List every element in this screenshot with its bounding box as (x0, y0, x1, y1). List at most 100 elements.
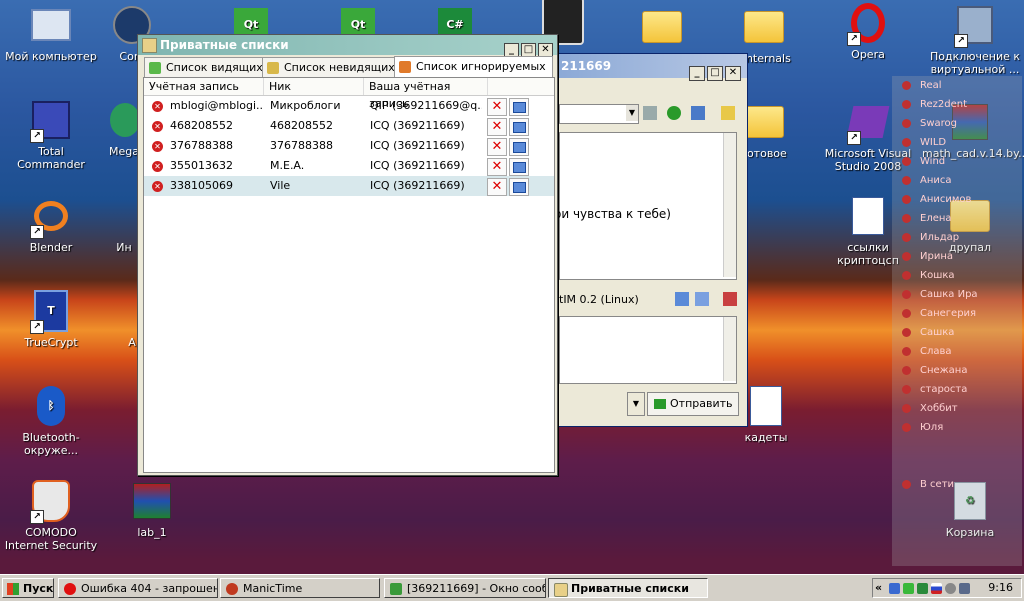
truecrypt-icon: T ↗ (30, 290, 72, 334)
message-window-title[interactable]: 211669 _ □ ✕ (551, 54, 747, 81)
contact-item[interactable]: Rez2dent (892, 95, 1022, 114)
private-list-icon (142, 38, 157, 53)
contact-item[interactable]: Ирина (892, 247, 1022, 266)
contact-item[interactable]: WILD (892, 133, 1022, 152)
table-row[interactable]: ✕ 355013632 M.E.A. ICQ (369211669) ✕ (144, 156, 554, 176)
manictime-icon (226, 583, 238, 595)
private-lists-window: Приватные списки _ □ ✕ Список видящих Спис… (137, 34, 558, 476)
contact-item[interactable]: Real (892, 76, 1022, 95)
flower-tray-icon[interactable] (917, 583, 928, 594)
contact-card-icon[interactable] (509, 138, 529, 156)
scrollbar[interactable] (723, 317, 736, 381)
desktop-icon-blender[interactable]: ↗ Blender (3, 195, 99, 254)
desktop-icon-comodo[interactable]: ↗ COMODO Internet Security (3, 480, 99, 552)
desktop-icon-bluetooth[interactable]: ᛒ Bluetooth-окруже... (3, 385, 99, 457)
folder-icon[interactable] (721, 106, 735, 120)
desktop-icon-truecrypt[interactable]: T ↗ TrueCrypt (3, 290, 99, 349)
account-select[interactable]: ▼ (559, 104, 639, 124)
desktop-icon-network[interactable]: ↗ Подключение к виртуальной ... (927, 4, 1023, 76)
desktop-icon-folder-1[interactable] (614, 6, 710, 52)
send-menu-button[interactable]: ▼ (627, 392, 645, 416)
contact-item[interactable]: Юля (892, 418, 1022, 437)
table-row[interactable]: ✕ 468208552 468208552 ICQ (369211669) ✕ (144, 116, 554, 136)
contact-item[interactable]: Ильдар (892, 228, 1022, 247)
tab-visible-list[interactable]: Список видящих (144, 57, 270, 77)
blocked-status-icon: ✕ (152, 121, 163, 132)
table-row-selected[interactable]: ✕ 338105069 Vile ICQ (369211669) ✕ (144, 176, 554, 196)
contact-item[interactable]: Слава (892, 342, 1022, 361)
close-tab-icon[interactable] (723, 292, 737, 306)
desktop-icon-my-computer[interactable]: Мой компьютер (3, 4, 99, 63)
contact-item[interactable]: Елена (892, 209, 1022, 228)
table-row[interactable]: ✕ 376788388 376788388 ICQ (369211669) ✕ (144, 136, 554, 156)
contact-card-icon[interactable] (691, 106, 705, 120)
tab-ignore-list[interactable]: Список игнорируемых (394, 56, 553, 77)
close-button[interactable]: ✕ (725, 66, 741, 81)
folder-icon (641, 6, 683, 48)
contact-card-icon[interactable] (509, 118, 529, 136)
taskbar-item-manictime[interactable]: ManicTime (220, 578, 380, 598)
maximize-button[interactable]: □ (521, 43, 536, 57)
table-row[interactable]: ✕ mblogi@mblogi.... Микроблоги QIP (3692… (144, 96, 554, 116)
minimize-button[interactable]: _ (689, 66, 705, 81)
qip-message-icon (390, 583, 402, 595)
tab-invisible-list[interactable]: Список невидящих (262, 57, 402, 77)
remove-button[interactable]: ✕ (487, 178, 507, 196)
remove-button[interactable]: ✕ (487, 98, 507, 116)
expand-icon[interactable] (695, 292, 709, 306)
taskbar-item-qip-message[interactable]: [369211669] - Окно сооб... (384, 578, 546, 598)
close-button[interactable]: ✕ (538, 43, 553, 57)
send-button[interactable]: Отправить (647, 392, 739, 416)
column-nick[interactable]: Ник (264, 78, 364, 95)
folder-icon (743, 6, 785, 48)
desktop-icon-total-commander[interactable]: ↗ Total Commander (3, 99, 99, 171)
send-options-icon[interactable] (675, 292, 689, 306)
remove-button[interactable]: ✕ (487, 118, 507, 136)
scrollbar[interactable] (723, 133, 736, 277)
taskbar-item-opera[interactable]: Ошибка 404 - запрошен... (58, 578, 218, 598)
remove-button[interactable]: ✕ (487, 138, 507, 156)
desktop-icon-opera[interactable]: ↗ Opera (820, 2, 916, 61)
minimize-button[interactable]: _ (504, 43, 519, 57)
contact-item[interactable]: Анисимов (892, 190, 1022, 209)
window-title-bar[interactable]: Приватные списки _ □ ✕ (138, 35, 557, 57)
qip-tray-icon[interactable] (903, 583, 914, 594)
contact-item[interactable]: Wind (892, 152, 1022, 171)
history-icon[interactable] (643, 106, 657, 120)
start-button[interactable]: Пуск (2, 578, 54, 598)
contact-card-icon[interactable] (509, 178, 529, 196)
desktop-icon-lab1[interactable]: lab_1 (104, 480, 200, 539)
private-list-icon (554, 583, 568, 597)
contact-card-icon[interactable] (509, 158, 529, 176)
chevron-down-icon: ▼ (626, 105, 638, 121)
maximize-button[interactable]: □ (707, 66, 723, 81)
column-account[interactable]: Учётная запись (144, 78, 264, 95)
contact-item[interactable]: Сашка Ира (892, 285, 1022, 304)
ignore-icon (399, 61, 411, 73)
clock[interactable]: 9:16 (988, 579, 1013, 597)
comodo-icon: ↗ (30, 480, 72, 524)
contact-item[interactable]: Санегерия (892, 304, 1022, 323)
taskbar-item-private-lists[interactable]: Приватные списки (548, 578, 708, 598)
call-icon[interactable] (667, 106, 681, 120)
contact-item[interactable]: Хоббит (892, 399, 1022, 418)
column-your-account[interactable]: Ваша учётная запись (364, 78, 488, 110)
volume-icon[interactable] (945, 583, 956, 594)
contact-status[interactable]: В сети (892, 475, 1022, 494)
table-header: Учётная запись Ник Ваша учётная запись (144, 78, 554, 110)
connection-icon[interactable] (959, 583, 970, 594)
contact-item[interactable]: Снежана (892, 361, 1022, 380)
desktop-icon-in[interactable]: Ин (112, 195, 136, 254)
contact-item[interactable]: Сашка (892, 323, 1022, 342)
language-ru-icon[interactable] (931, 583, 942, 594)
contact-item[interactable]: Swarog (892, 114, 1022, 133)
contact-item[interactable]: староста (892, 380, 1022, 399)
tray-expand-icon[interactable]: « (875, 579, 882, 597)
message-input[interactable] (559, 316, 737, 384)
contact-card-icon[interactable] (509, 98, 529, 116)
network-tray-icon[interactable] (889, 583, 900, 594)
blocked-status-icon: ✕ (152, 161, 163, 172)
contact-item[interactable]: Аниса (892, 171, 1022, 190)
contact-item[interactable]: Кошка (892, 266, 1022, 285)
remove-button[interactable]: ✕ (487, 158, 507, 176)
